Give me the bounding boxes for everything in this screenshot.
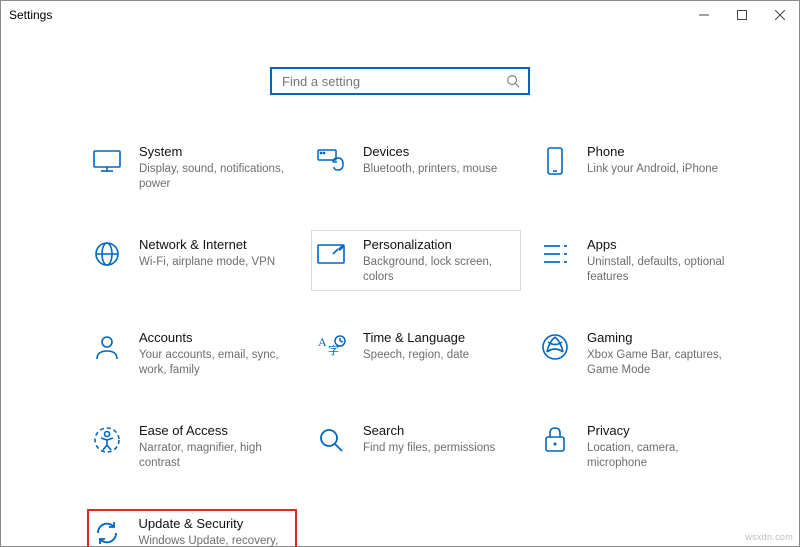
tile-title: Devices xyxy=(363,143,497,161)
close-icon xyxy=(775,10,785,20)
ease-of-access-icon xyxy=(91,424,123,456)
minimize-icon xyxy=(699,10,709,20)
tile-title: Time & Language xyxy=(363,329,469,347)
tile-title: Network & Internet xyxy=(139,236,275,254)
watermark: wsxdn.com xyxy=(745,532,793,542)
tile-text: Network & Internet Wi-Fi, airplane mode,… xyxy=(139,236,275,270)
tile-desc: Narrator, magnifier, high contrast xyxy=(139,441,289,471)
gaming-icon xyxy=(539,331,571,363)
system-icon xyxy=(91,145,123,177)
tile-network[interactable]: Network & Internet Wi-Fi, airplane mode,… xyxy=(87,230,297,291)
tile-title: Update & Security xyxy=(139,515,290,533)
tile-text: Privacy Location, camera, microphone xyxy=(587,422,737,471)
privacy-icon xyxy=(539,424,571,456)
tile-ease-of-access[interactable]: Ease of Access Narrator, magnifier, high… xyxy=(87,416,297,477)
tile-title: Ease of Access xyxy=(139,422,289,440)
personalization-icon xyxy=(315,238,347,270)
tile-title: Gaming xyxy=(587,329,737,347)
tile-title: Phone xyxy=(587,143,718,161)
search-box[interactable] xyxy=(270,67,530,95)
tile-privacy[interactable]: Privacy Location, camera, microphone xyxy=(535,416,745,477)
tile-time-language[interactable]: A字 Time & Language Speech, region, date xyxy=(311,323,521,384)
tile-desc: Your accounts, email, sync, work, family xyxy=(139,348,289,378)
maximize-button[interactable] xyxy=(723,1,761,29)
tile-devices[interactable]: Devices Bluetooth, printers, mouse xyxy=(311,137,521,198)
tile-text: Time & Language Speech, region, date xyxy=(363,329,469,363)
tile-gaming[interactable]: Gaming Xbox Game Bar, captures, Game Mod… xyxy=(535,323,745,384)
search-icon xyxy=(506,74,520,88)
tile-desc: Display, sound, notifications, power xyxy=(139,162,289,192)
tile-desc: Uninstall, defaults, optional features xyxy=(587,255,737,285)
tile-system[interactable]: System Display, sound, notifications, po… xyxy=(87,137,297,198)
tile-personalization[interactable]: Personalization Background, lock screen,… xyxy=(311,230,521,291)
tile-desc: Link your Android, iPhone xyxy=(587,162,718,177)
tile-desc: Windows Update, recovery, backup xyxy=(139,534,290,547)
search-tile-icon xyxy=(315,424,347,456)
update-security-icon xyxy=(91,517,123,547)
tile-text: Update & Security Windows Update, recove… xyxy=(139,515,290,547)
settings-window: Settings System xyxy=(0,0,800,547)
tile-text: Gaming Xbox Game Bar, captures, Game Mod… xyxy=(587,329,737,378)
accounts-icon xyxy=(91,331,123,363)
tile-desc: Location, camera, microphone xyxy=(587,441,737,471)
titlebar: Settings xyxy=(1,1,799,29)
tile-text: Personalization Background, lock screen,… xyxy=(363,236,513,285)
tile-desc: Speech, region, date xyxy=(363,348,469,363)
tile-phone[interactable]: Phone Link your Android, iPhone xyxy=(535,137,745,198)
tile-title: System xyxy=(139,143,289,161)
devices-icon xyxy=(315,145,347,177)
time-language-icon: A字 xyxy=(315,331,347,363)
phone-icon xyxy=(539,145,571,177)
tile-text: Ease of Access Narrator, magnifier, high… xyxy=(139,422,289,471)
tile-text: Devices Bluetooth, printers, mouse xyxy=(363,143,497,177)
window-title: Settings xyxy=(9,8,52,22)
tile-title: Accounts xyxy=(139,329,289,347)
tile-accounts[interactable]: Accounts Your accounts, email, sync, wor… xyxy=(87,323,297,384)
tile-text: Phone Link your Android, iPhone xyxy=(587,143,718,177)
search-container xyxy=(1,67,799,95)
tile-desc: Xbox Game Bar, captures, Game Mode xyxy=(587,348,737,378)
search-input[interactable] xyxy=(280,73,506,90)
maximize-icon xyxy=(737,10,747,20)
tile-title: Apps xyxy=(587,236,737,254)
apps-icon xyxy=(539,238,571,270)
tile-text: Search Find my files, permissions xyxy=(363,422,495,456)
tile-apps[interactable]: Apps Uninstall, defaults, optional featu… xyxy=(535,230,745,291)
close-button[interactable] xyxy=(761,1,799,29)
tile-title: Personalization xyxy=(363,236,513,254)
tile-desc: Bluetooth, printers, mouse xyxy=(363,162,497,177)
tile-desc: Wi-Fi, airplane mode, VPN xyxy=(139,255,275,270)
tile-text: Apps Uninstall, defaults, optional featu… xyxy=(587,236,737,285)
tile-text: System Display, sound, notifications, po… xyxy=(139,143,289,192)
tile-title: Privacy xyxy=(587,422,737,440)
settings-grid: System Display, sound, notifications, po… xyxy=(87,137,759,547)
tile-desc: Find my files, permissions xyxy=(363,441,495,456)
tile-text: Accounts Your accounts, email, sync, wor… xyxy=(139,329,289,378)
window-controls xyxy=(685,1,799,29)
network-icon xyxy=(91,238,123,270)
tile-title: Search xyxy=(363,422,495,440)
tile-search[interactable]: Search Find my files, permissions xyxy=(311,416,521,477)
tile-desc: Background, lock screen, colors xyxy=(363,255,513,285)
minimize-button[interactable] xyxy=(685,1,723,29)
tile-update-security[interactable]: Update & Security Windows Update, recove… xyxy=(87,509,297,547)
svg-text:A: A xyxy=(318,335,327,349)
